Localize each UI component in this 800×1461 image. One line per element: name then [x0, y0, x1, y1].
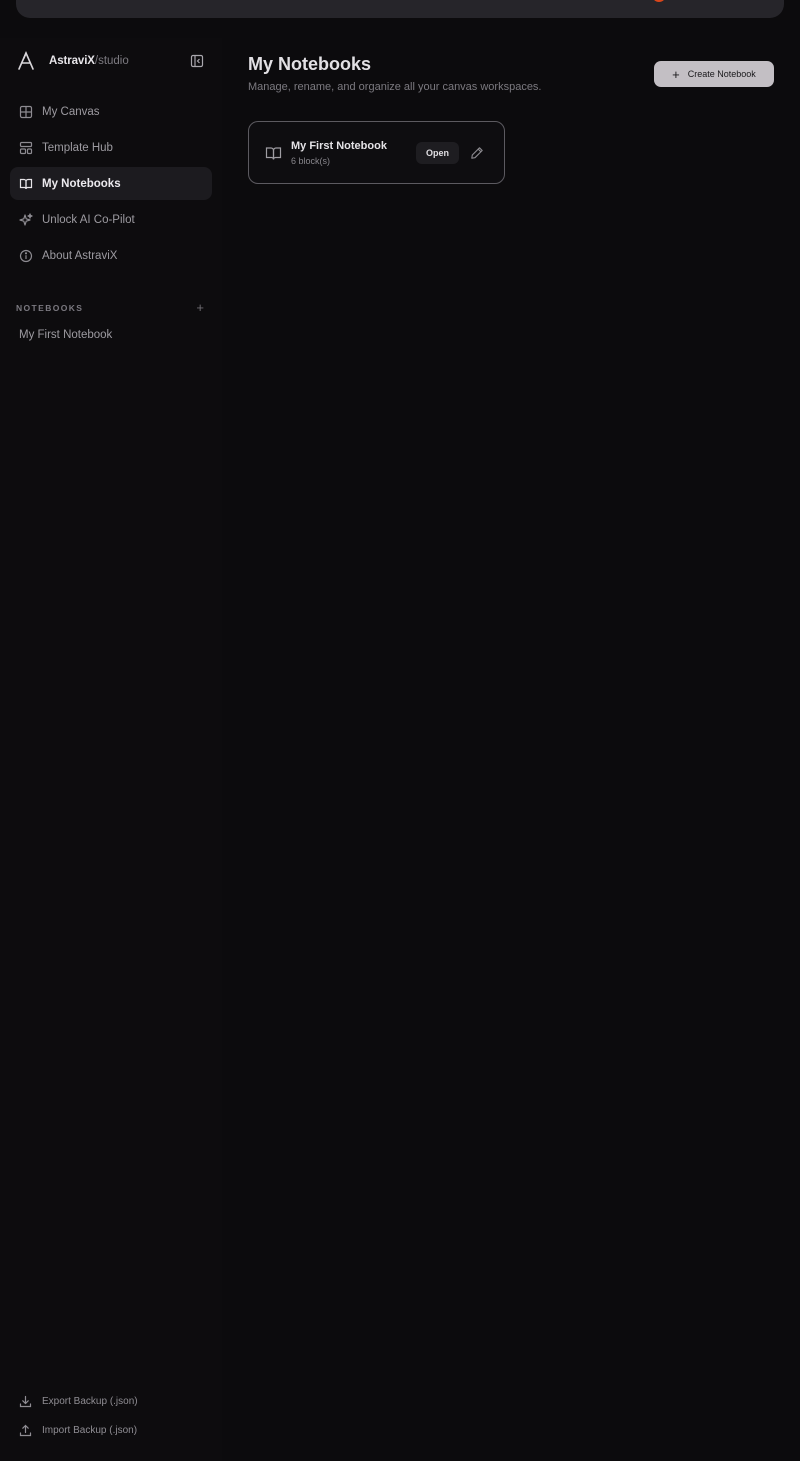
notebook-card-block-count: 6 block(s) — [291, 156, 331, 166]
sidebar-item-label: My Canvas — [42, 105, 100, 118]
sidebar-item-label: About AstraviX — [42, 249, 118, 262]
notebooks-section-header: NOTEBOOKS + — [16, 301, 204, 314]
notebook-card-title: My First Notebook — [291, 140, 387, 152]
sidebar-notebook-link[interactable]: My First Notebook — [19, 329, 112, 341]
sidebar-item-template-hub[interactable]: Template Hub — [10, 131, 212, 164]
brand-suffix: /studio — [94, 55, 129, 67]
sidebar-item-about[interactable]: About AstraviX — [10, 239, 212, 272]
top-toolbar — [16, 0, 784, 18]
import-backup-link[interactable]: Import Backup (.json) — [19, 1422, 138, 1438]
sparkles-icon — [19, 212, 33, 226]
import-backup-label: Import Backup (.json) — [42, 1424, 138, 1436]
collapse-sidebar-icon[interactable] — [190, 54, 204, 68]
grid-icon — [19, 105, 33, 118]
brand-flame-icon[interactable] — [652, 0, 666, 2]
sidebar-item-label: My Notebooks — [42, 177, 121, 190]
backup-links: Export Backup (.json) Import Backup (.js… — [19, 1393, 138, 1451]
upload-icon — [19, 1424, 32, 1436]
info-icon — [19, 249, 33, 262]
add-notebook-plus-icon[interactable]: + — [196, 301, 204, 314]
sidebar-item-unlock-ai[interactable]: Unlock AI Co-Pilot — [10, 203, 212, 236]
sidebar-item-my-notebooks[interactable]: My Notebooks — [10, 167, 212, 200]
notebook-card[interactable]: My First Notebook 6 block(s) Open — [248, 121, 505, 184]
sidebar: AstraviX/studio My Canvas Template Hub M… — [0, 38, 222, 1461]
create-notebook-button[interactable]: + Create Notebook — [654, 61, 774, 87]
sidebar-item-label: Template Hub — [42, 141, 113, 154]
brand-name: AstraviX — [49, 55, 95, 67]
pencil-icon[interactable] — [470, 146, 484, 160]
page-title: My Notebooks — [248, 54, 372, 74]
download-icon — [19, 1395, 32, 1407]
plus-icon: + — [672, 66, 680, 82]
export-backup-label: Export Backup (.json) — [42, 1395, 138, 1407]
sidebar-item-label: Unlock AI Co-Pilot — [42, 213, 135, 226]
create-notebook-label: Create Notebook — [687, 69, 756, 79]
open-notebook-button[interactable]: Open — [416, 142, 459, 164]
page-subtitle: Manage, rename, and organize all your ca… — [248, 81, 542, 93]
sidebar-nav: My Canvas Template Hub My Notebooks Unlo… — [10, 95, 212, 275]
book-open-icon — [265, 147, 282, 160]
brand[interactable]: AstraviX/studio — [16, 50, 129, 72]
layout-template-icon — [19, 141, 33, 154]
book-open-icon — [19, 178, 33, 189]
astravix-logo-icon — [18, 51, 34, 70]
export-backup-link[interactable]: Export Backup (.json) — [19, 1393, 138, 1409]
notebooks-heading: NOTEBOOKS — [16, 302, 84, 313]
sidebar-item-my-canvas[interactable]: My Canvas — [10, 95, 212, 128]
